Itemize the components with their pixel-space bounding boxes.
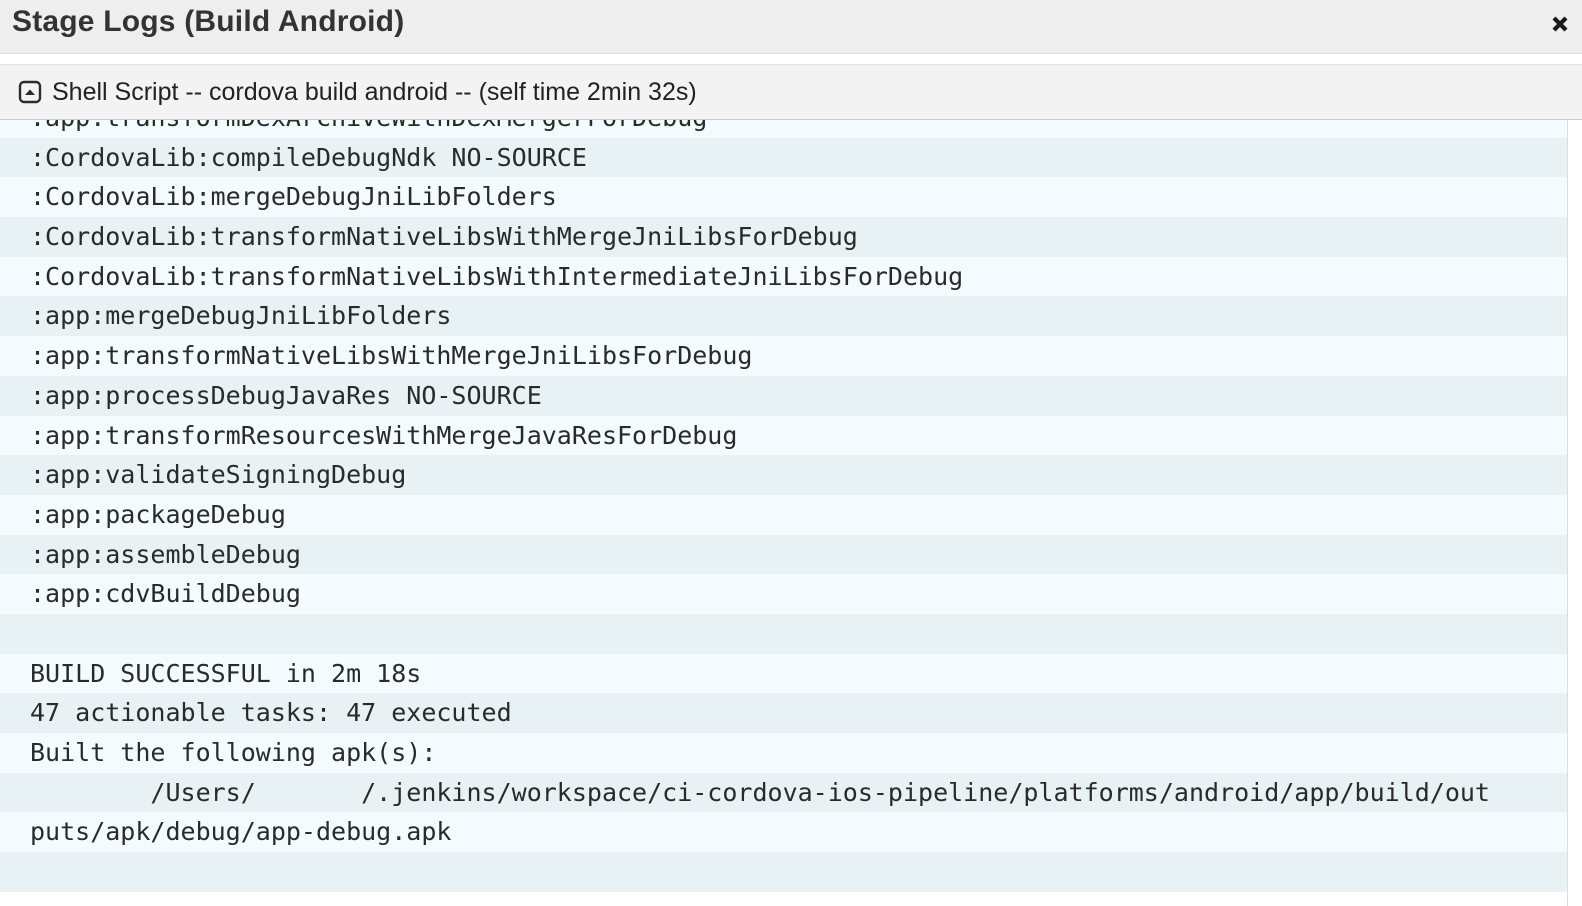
close-icon bbox=[1552, 16, 1568, 32]
log-line: :CordovaLib:transformNativeLibsWithInter… bbox=[0, 256, 1567, 297]
log-line: :CordovaLib:mergeDebugJniLibFolders bbox=[0, 177, 1567, 218]
log-line: :app:mergeDebugJniLibFolders bbox=[0, 296, 1567, 337]
log-line: :app:validateSigningDebug bbox=[0, 455, 1567, 495]
log-line: 47 actionable tasks: 47 executed bbox=[0, 693, 1567, 733]
close-button[interactable] bbox=[1540, 4, 1580, 44]
log-line: BUILD SUCCESSFUL in 2m 18s bbox=[0, 653, 1567, 694]
dialog-header: Stage Logs (Build Android) bbox=[0, 0, 1582, 54]
step-title: Shell Script -- cordova build android --… bbox=[52, 78, 697, 106]
log-line: :app:transformNativeLibsWithMergeJniLibs… bbox=[0, 336, 1567, 376]
dialog-spacer bbox=[0, 54, 1582, 64]
collapse-square-icon[interactable] bbox=[18, 80, 42, 104]
log-line: /Users/ /.jenkins/workspace/ci-cordova-i… bbox=[0, 772, 1567, 813]
log-line: :app:transformDexArchiveWithDexMergerFor… bbox=[0, 120, 1567, 138]
log-line: :app:cdvBuildDebug bbox=[0, 574, 1567, 614]
dialog-title: Stage Logs (Build Android) bbox=[12, 5, 405, 38]
log-scrollbar[interactable] bbox=[1568, 120, 1582, 906]
log-line bbox=[0, 852, 1567, 892]
log-line: :app:assembleDebug bbox=[0, 534, 1567, 575]
log-line bbox=[0, 613, 1567, 654]
log-line: :CordovaLib:transformNativeLibsWithMerge… bbox=[0, 217, 1567, 257]
step-header[interactable]: Shell Script -- cordova build android --… bbox=[0, 64, 1582, 120]
log-line: :app:processDebugJavaRes NO-SOURCE bbox=[0, 375, 1567, 416]
log-line: puts/apk/debug/app-debug.apk bbox=[0, 812, 1567, 853]
log-line: :app:packageDebug bbox=[0, 494, 1567, 535]
log-line: Built the following apk(s): bbox=[0, 733, 1567, 773]
log-line: :app:transformResourcesWithMergeJavaResF… bbox=[0, 415, 1567, 456]
log-lines: :app:transformDexArchiveWithDexMergerFor… bbox=[0, 120, 1567, 892]
log-line: :CordovaLib:compileDebugNdk NO-SOURCE bbox=[0, 137, 1567, 178]
log-output[interactable]: :app:transformDexArchiveWithDexMergerFor… bbox=[0, 120, 1568, 906]
